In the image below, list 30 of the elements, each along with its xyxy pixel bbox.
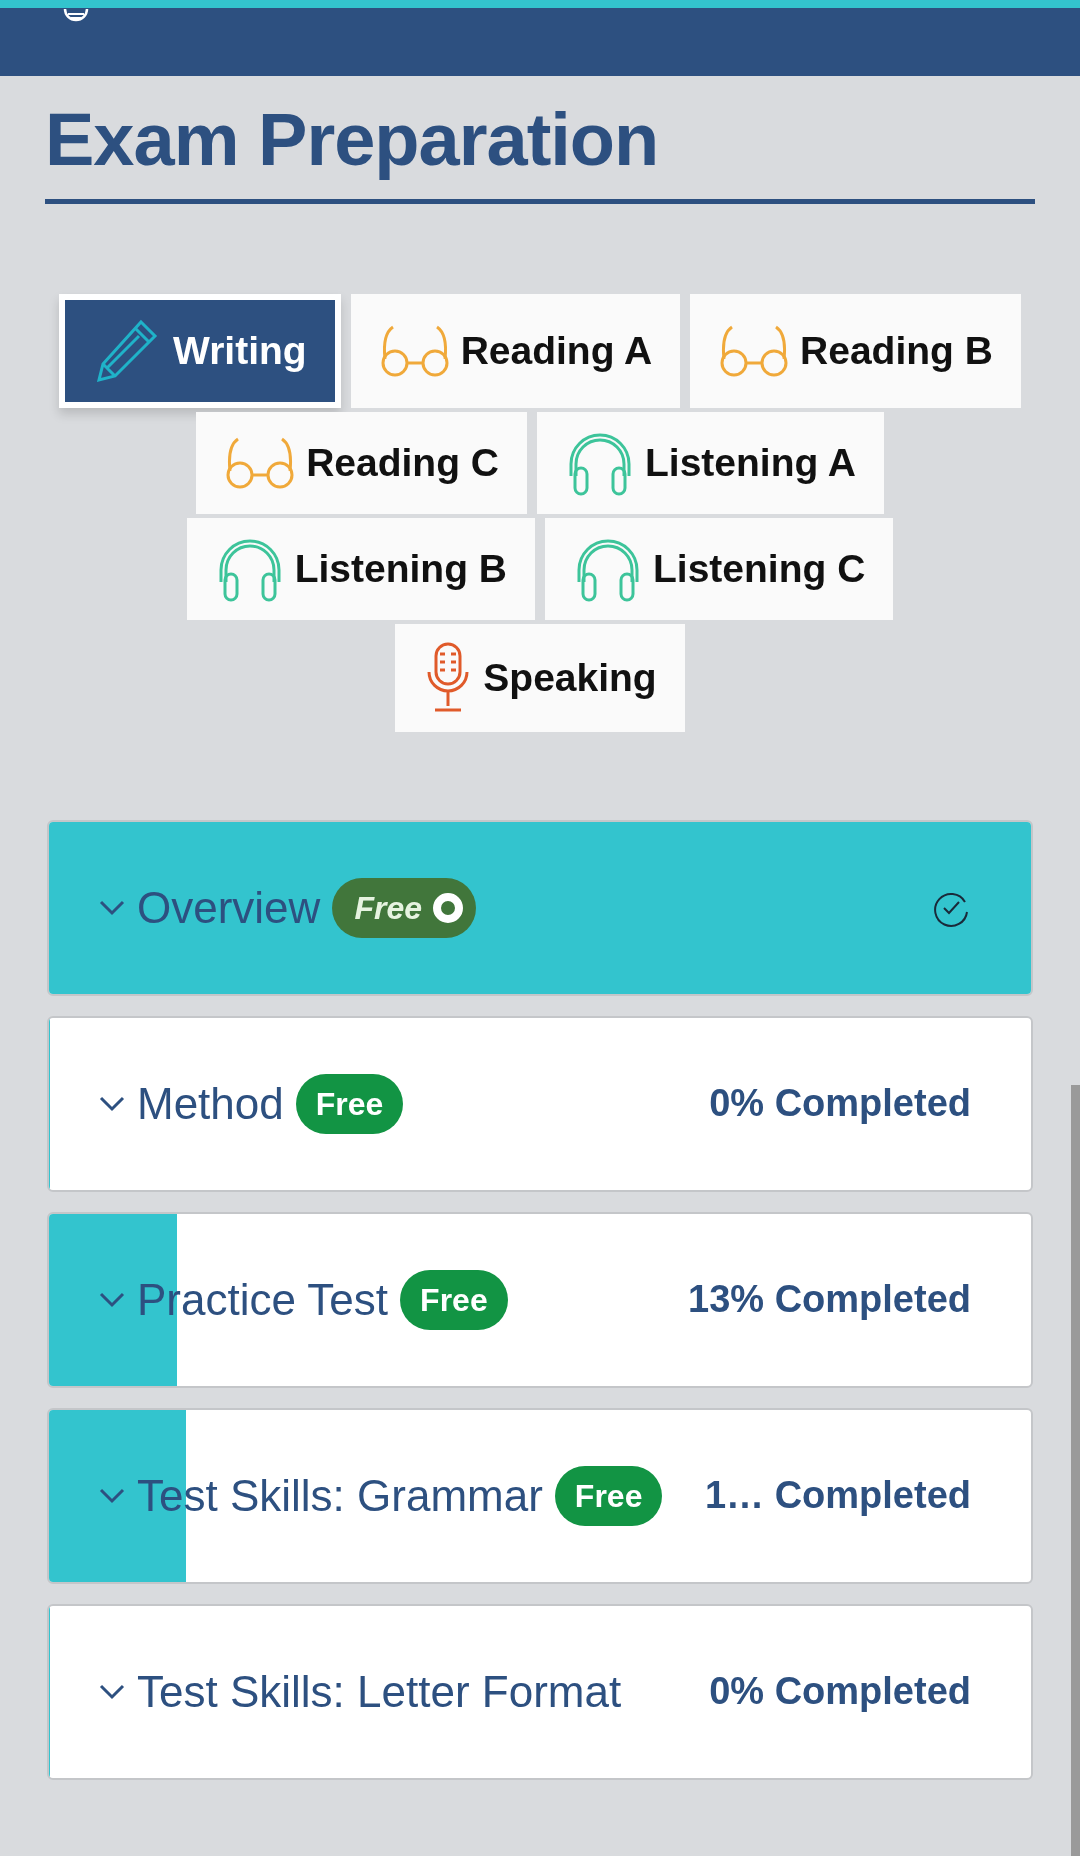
ring-icon — [431, 891, 464, 924]
tab[interactable]: Speaking — [395, 623, 685, 732]
section-card[interactable]: Method Free 0% Completed — [47, 1015, 1033, 1192]
chevron-down-icon[interactable] — [99, 1683, 125, 1700]
scrollbar[interactable] — [1071, 1085, 1080, 1856]
badge: Free — [295, 1073, 404, 1134]
tab[interactable]: Listening C — [545, 517, 894, 620]
completion-text: 0% Completed — [709, 1669, 971, 1715]
section-title: Overview — [137, 884, 321, 931]
section-card[interactable]: Overview Free — [47, 819, 1033, 996]
tab[interactable]: Listening A — [537, 411, 884, 514]
chevron-down-icon[interactable] — [99, 1487, 125, 1504]
badge: Free — [554, 1465, 663, 1526]
badge-label: Free — [354, 888, 422, 928]
tab[interactable]: Listening B — [186, 517, 535, 620]
badge: Free — [400, 1269, 508, 1330]
tab[interactable]: Reading B — [690, 293, 1021, 408]
tab[interactable]: Reading C — [196, 411, 527, 514]
tab[interactable]: Reading A — [350, 293, 681, 408]
section-title: Method — [137, 1080, 284, 1127]
chevron-down-icon[interactable] — [99, 1095, 125, 1112]
completion-text: 13% Completed — [688, 1277, 971, 1323]
completion-text: 1… Completed — [704, 1473, 971, 1519]
chevron-down-icon[interactable] — [99, 1291, 125, 1308]
section-card[interactable]: Test Skills: Letter Format 0% Completed — [47, 1603, 1033, 1780]
chevron-down-icon[interactable] — [99, 899, 125, 916]
page-title: Exam Preparation — [45, 97, 660, 183]
completion-text: 0% Completed — [709, 1081, 971, 1127]
tab[interactable]: Writing — [59, 293, 341, 408]
section-title: Test Skills: Letter Format — [137, 1668, 622, 1715]
